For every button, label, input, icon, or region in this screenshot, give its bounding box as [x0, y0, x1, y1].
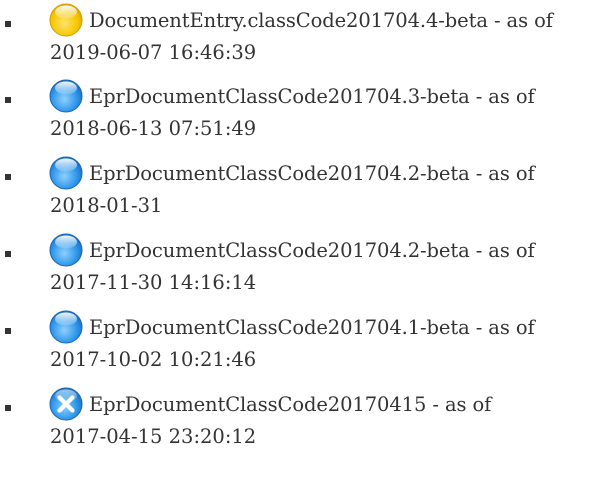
- version-item-2[interactable]: EprDocumentClassCode201704.3-beta - as o…: [0, 76, 590, 146]
- blue-circle-icon: [48, 155, 84, 191]
- blue-circle-icon: [48, 232, 84, 268]
- version-title-line: EprDocumentClassCode201704.2-beta - as o…: [89, 161, 535, 187]
- as-of-label: - as of: [469, 162, 535, 185]
- version-item-6[interactable]: EprDocumentClassCode20170415 - as of 201…: [0, 384, 590, 454]
- version-item-5[interactable]: EprDocumentClassCode201704.1-beta - as o…: [0, 307, 590, 377]
- as-of-label: - as of: [469, 85, 535, 108]
- version-name[interactable]: DocumentEntry.classCode201704.4-beta: [89, 9, 488, 32]
- version-item-4[interactable]: EprDocumentClassCode201704.2-beta - as o…: [0, 230, 590, 300]
- bullet: [5, 405, 11, 411]
- version-item-3[interactable]: EprDocumentClassCode201704.2-beta - as o…: [0, 153, 590, 223]
- version-name[interactable]: EprDocumentClassCode201704.2-beta: [89, 162, 470, 185]
- version-name[interactable]: EprDocumentClassCode201704.3-beta: [89, 85, 470, 108]
- version-date: 2017-04-15 23:20:12: [50, 425, 257, 448]
- version-name[interactable]: EprDocumentClassCode201704.2-beta: [89, 239, 470, 262]
- blue-circle-icon: [48, 309, 84, 345]
- version-name[interactable]: EprDocumentClassCode20170415: [89, 393, 426, 416]
- version-date: 2018-06-13 07:51:49: [50, 117, 257, 140]
- version-title-line: EprDocumentClassCode201704.3-beta - as o…: [89, 84, 535, 110]
- version-title-line: EprDocumentClassCode201704.2-beta - as o…: [89, 238, 535, 264]
- as-of-label: - as of: [469, 239, 535, 262]
- version-title-line: EprDocumentClassCode20170415 - as of: [89, 392, 491, 418]
- bullet: [5, 251, 11, 257]
- blue-x-circle-icon: [48, 386, 84, 422]
- version-date: 2017-10-02 10:21:46: [50, 348, 257, 371]
- version-title-line: DocumentEntry.classCode201704.4-beta - a…: [89, 8, 553, 34]
- version-date: 2017-11-30 14:16:14: [50, 271, 257, 294]
- as-of-label: - as of: [426, 393, 492, 416]
- yellow-circle-icon: [48, 2, 84, 38]
- as-of-label: - as of: [487, 9, 553, 32]
- bullet: [5, 174, 11, 180]
- as-of-label: - as of: [469, 316, 535, 339]
- bullet: [5, 21, 11, 27]
- version-item-1[interactable]: DocumentEntry.classCode201704.4-beta - a…: [0, 0, 590, 70]
- bullet: [5, 328, 11, 334]
- version-name[interactable]: EprDocumentClassCode201704.1-beta: [89, 316, 470, 339]
- version-list: DocumentEntry.classCode201704.4-beta - a…: [0, 0, 590, 500]
- bullet: [5, 97, 11, 103]
- blue-circle-icon: [48, 78, 84, 114]
- version-date: 2019-06-07 16:46:39: [50, 41, 257, 64]
- version-title-line: EprDocumentClassCode201704.1-beta - as o…: [89, 315, 535, 341]
- version-date: 2018-01-31: [50, 194, 163, 217]
